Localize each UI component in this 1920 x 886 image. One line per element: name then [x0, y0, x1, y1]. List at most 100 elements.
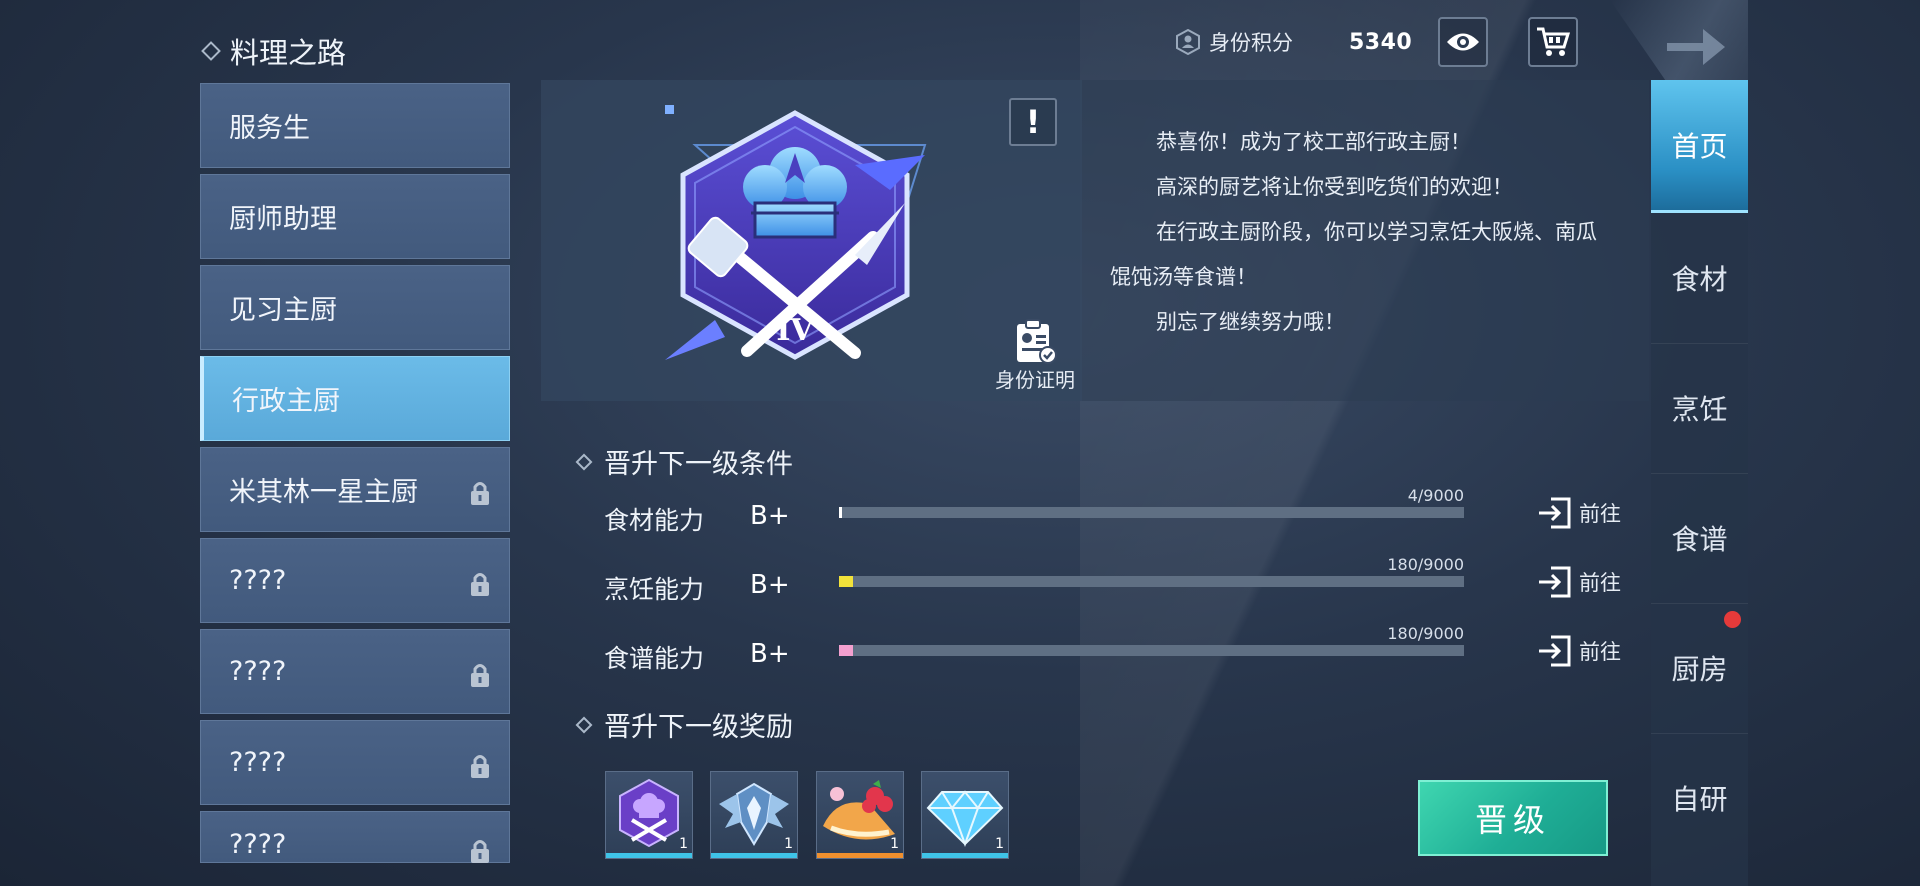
nav-research[interactable]: 自研: [1651, 733, 1748, 863]
requirement-count: 4/9000: [1407, 486, 1464, 505]
nav-ingredients[interactable]: 食材: [1651, 213, 1748, 344]
rank-item-waiter[interactable]: 服务生: [200, 83, 510, 168]
rank-item-locked[interactable]: ????: [200, 538, 510, 623]
identity-badge-icon: [1176, 29, 1200, 55]
go-button[interactable]: 前往: [1537, 566, 1621, 598]
requirement-name: 食谱能力: [604, 644, 705, 673]
page-title: 料理之路: [201, 30, 347, 72]
reward-item[interactable]: 1: [816, 771, 904, 859]
nav-label: 自研: [1671, 783, 1728, 816]
requirement-row-recipes: 食谱能力 B+ 180/9000 前往: [604, 624, 1644, 675]
view-button[interactable]: [1438, 17, 1489, 67]
rank-list: 服务生 厨师助理 见习主厨 行政主厨 米其林一星主厨 ???? ???? ???…: [200, 83, 510, 869]
chef-rank-badge-icon: IV: [665, 105, 927, 360]
description-line: 在行政主厨阶段，你可以学习烹饪大阪烧、南瓜: [1156, 220, 1597, 244]
arrow-right-icon[interactable]: [1665, 25, 1727, 69]
description-line: 恭喜你！成为了校工部行政主厨！: [1156, 130, 1471, 154]
diamond-bullet-icon: [201, 41, 221, 61]
promote-button[interactable]: 晋级: [1418, 780, 1608, 856]
requirement-progress-bar: [839, 576, 1464, 587]
rank-item-chef-assistant[interactable]: 厨师助理: [200, 174, 510, 259]
requirement-grade: B+: [750, 639, 790, 669]
nav-label: 首页: [1671, 130, 1728, 163]
identity-points-label: 身份积分: [1209, 31, 1293, 55]
requirement-name: 食材能力: [604, 506, 705, 535]
identity-points: 身份积分: [1175, 27, 1293, 57]
requirement-grade: B+: [750, 570, 790, 600]
lock-icon: [471, 482, 489, 505]
requirement-grade: B+: [750, 501, 790, 531]
requirements-title-text: 晋升下一级条件: [604, 449, 793, 480]
requirement-progress-bar: [839, 645, 1464, 656]
rank-label: 服务生: [229, 113, 310, 144]
rank-item-trainee-chef[interactable]: 见习主厨: [200, 265, 510, 350]
rank-item-locked[interactable]: ????: [200, 811, 510, 863]
rank-label: 见习主厨: [229, 295, 337, 326]
rank-item-executive-chef[interactable]: 行政主厨: [200, 356, 510, 441]
rank-item-locked[interactable]: ????: [200, 629, 510, 714]
rank-description: 恭喜你！成为了校工部行政主厨！ 高深的厨艺将让你受到吃货们的欢迎！ 在行政主厨阶…: [1110, 120, 1630, 345]
page-title-text: 料理之路: [230, 36, 347, 70]
promote-button-label: 晋级: [1474, 801, 1551, 839]
requirement-count: 180/9000: [1387, 624, 1464, 643]
reward-quantity: 1: [995, 836, 1004, 852]
go-button-label: 前往: [1579, 571, 1621, 595]
rank-label: ????: [229, 656, 287, 687]
notification-dot: [1724, 611, 1741, 628]
lock-icon: [471, 755, 489, 778]
description-line: 别忘了继续努力哦！: [1156, 310, 1345, 334]
lock-icon: [471, 664, 489, 687]
requirement-count: 180/9000: [1387, 555, 1464, 574]
requirement-progress-fill: [839, 645, 853, 656]
lock-icon: [471, 840, 489, 863]
go-button[interactable]: 前往: [1537, 497, 1621, 529]
rank-label: 厨师助理: [229, 204, 337, 235]
nav-label: 厨房: [1671, 653, 1728, 686]
identity-proof-label: 身份证明: [995, 368, 1075, 392]
exclamation-icon: !: [1025, 103, 1041, 141]
lock-icon: [471, 573, 489, 596]
go-button-label: 前往: [1579, 502, 1621, 526]
diamond-bullet-icon: [575, 453, 593, 470]
requirement-name: 烹饪能力: [604, 575, 705, 604]
rank-label: 米其林一星主厨: [229, 477, 418, 508]
go-button[interactable]: 前往: [1537, 635, 1621, 667]
nav-cooking[interactable]: 烹饪: [1651, 343, 1748, 474]
shop-button[interactable]: [1528, 17, 1579, 67]
rewards-title: 晋升下一级奖励: [575, 705, 793, 744]
enter-icon: [1539, 497, 1571, 529]
eye-icon: [1447, 33, 1480, 51]
nav-label: 食材: [1671, 263, 1728, 296]
rank-label: 行政主厨: [232, 386, 340, 417]
reward-quantity: 1: [679, 836, 688, 852]
info-button[interactable]: !: [1009, 98, 1057, 146]
reward-item[interactable]: 1: [921, 771, 1009, 859]
reward-rarity-bar: [817, 853, 903, 858]
nav-home[interactable]: 首页: [1651, 80, 1748, 213]
nav-label: 烹饪: [1671, 393, 1728, 426]
rank-label: ????: [229, 565, 287, 596]
description-line: 高深的厨艺将让你受到吃货们的欢迎！: [1156, 175, 1513, 199]
nav-label: 食谱: [1671, 523, 1728, 556]
reward-rarity-bar: [606, 853, 692, 858]
requirement-row-cooking: 烹饪能力 B+ 180/9000 前往: [604, 555, 1644, 606]
rewards-title-text: 晋升下一级奖励: [604, 712, 793, 743]
badge-tier-text: IV: [776, 313, 814, 348]
requirements-title: 晋升下一级条件: [575, 442, 793, 481]
reward-item[interactable]: 1: [710, 771, 798, 859]
requirement-progress-bar: [839, 507, 1464, 518]
rank-item-michelin-chef[interactable]: 米其林一星主厨: [200, 447, 510, 532]
description-line: 馄饨汤等食谱！: [1110, 265, 1257, 289]
reward-quantity: 1: [890, 836, 899, 852]
header-toolbar: 身份积分 5340: [1175, 17, 1579, 67]
rank-item-locked[interactable]: ????: [200, 720, 510, 805]
nav-recipes[interactable]: 食谱: [1651, 473, 1748, 604]
enter-icon: [1539, 635, 1571, 667]
identity-proof-button[interactable]: 身份证明: [985, 318, 1085, 397]
enter-icon: [1539, 566, 1571, 598]
diamond-bullet-icon: [575, 716, 593, 733]
requirement-row-ingredients: 食材能力 B+ 4/9000 前往: [604, 486, 1644, 537]
cart-icon: [1537, 27, 1571, 56]
reward-item[interactable]: 1: [605, 771, 693, 859]
go-button-label: 前往: [1579, 640, 1621, 664]
